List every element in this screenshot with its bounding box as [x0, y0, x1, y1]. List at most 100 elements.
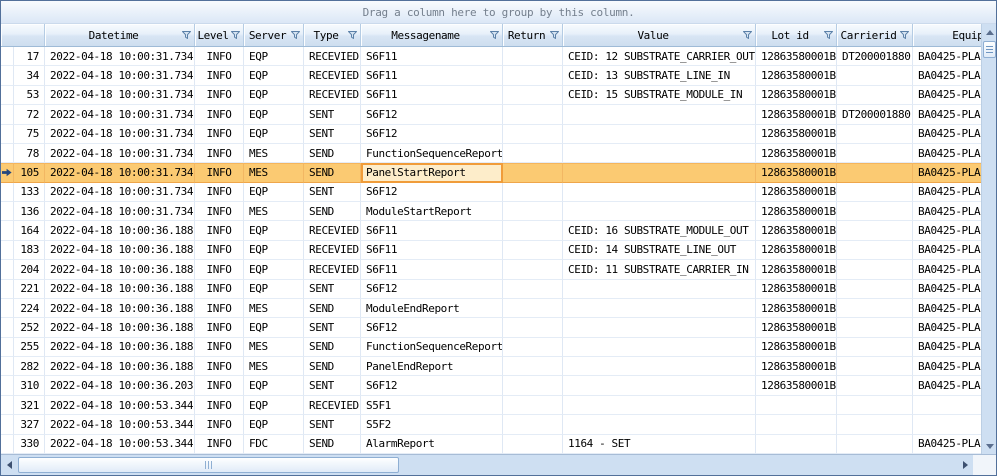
filter-icon[interactable] — [742, 30, 753, 41]
cell-type[interactable]: SEND — [304, 338, 361, 357]
cell-id[interactable]: 105 — [14, 163, 45, 182]
cell-id[interactable]: 330 — [14, 435, 45, 454]
cell-value[interactable] — [563, 415, 756, 434]
cell-id[interactable]: 321 — [14, 396, 45, 415]
cell-equipmentid[interactable]: BA0425-PLA — [913, 241, 981, 260]
cell-carrierid[interactable] — [837, 260, 913, 279]
cell-messagename[interactable]: S5F1 — [361, 396, 503, 415]
cell-return[interactable] — [503, 376, 563, 395]
filter-icon[interactable] — [181, 30, 192, 41]
horizontal-scroll-thumb[interactable] — [18, 457, 399, 473]
cell-server[interactable]: MES — [244, 338, 304, 357]
cell-value[interactable] — [563, 338, 756, 357]
cell-level[interactable]: INFO — [195, 357, 244, 376]
cell-datetime[interactable]: 2022-04-18 10:00:36.188 — [45, 221, 195, 240]
cell-level[interactable]: INFO — [195, 396, 244, 415]
column-header-datetime[interactable]: Datetime — [45, 24, 195, 46]
cell-value[interactable]: CEID: 16 SUBSTRATE_MODULE_OUT — [563, 221, 756, 240]
cell-type[interactable]: SENT — [304, 183, 361, 202]
cell-return[interactable] — [503, 66, 563, 85]
cell-value[interactable]: CEID: 15 SUBSTRATE_MODULE_IN — [563, 86, 756, 105]
cell-value[interactable] — [563, 163, 756, 182]
cell-carrierid[interactable] — [837, 241, 913, 260]
cell-type[interactable]: SENT — [304, 125, 361, 144]
cell-datetime[interactable]: 2022-04-18 10:00:31.734 — [45, 66, 195, 85]
cell-id[interactable]: 255 — [14, 338, 45, 357]
cell-type[interactable]: SEND — [304, 163, 361, 182]
cell-carrierid[interactable] — [837, 299, 913, 318]
cell-return[interactable] — [503, 415, 563, 434]
cell-type[interactable]: SENT — [304, 318, 361, 337]
cell-equipmentid[interactable]: BA0425-PLA — [913, 66, 981, 85]
cell-server[interactable]: EQP — [244, 66, 304, 85]
cell-messagename[interactable]: S6F11 — [361, 66, 503, 85]
cell-value[interactable]: CEID: 13 SUBSTRATE_LINE_IN — [563, 66, 756, 85]
cell-value[interactable]: CEID: 12 SUBSTRATE_CARRIER_OUT — [563, 47, 756, 66]
cell-lotid[interactable]: 12863580001B — [756, 299, 837, 318]
cell-equipmentid[interactable] — [913, 415, 981, 434]
cell-server[interactable]: MES — [244, 299, 304, 318]
cell-server[interactable]: EQP — [244, 47, 304, 66]
cell-messagename[interactable]: PanelEndReport — [361, 357, 503, 376]
cell-type[interactable]: SEND — [304, 202, 361, 221]
cell-type[interactable]: RECEVIED — [304, 66, 361, 85]
cell-lotid[interactable] — [756, 435, 837, 454]
cell-carrierid[interactable] — [837, 338, 913, 357]
cell-level[interactable]: INFO — [195, 125, 244, 144]
cell-id[interactable]: 53 — [14, 86, 45, 105]
cell-id[interactable]: 72 — [14, 105, 45, 124]
cell-messagename[interactable]: FunctionSequenceReport — [361, 144, 503, 163]
cell-lotid[interactable]: 12863580001B — [756, 241, 837, 260]
cell-messagename[interactable]: ModuleStartReport — [361, 202, 503, 221]
cell-carrierid[interactable]: DT200001880 — [837, 47, 913, 66]
cell-id[interactable]: 221 — [14, 280, 45, 299]
cell-type[interactable]: RECEVIED — [304, 86, 361, 105]
cell-server[interactable]: FDC — [244, 435, 304, 454]
cell-datetime[interactable]: 2022-04-18 10:00:36.188 — [45, 241, 195, 260]
cell-equipmentid[interactable]: BA0425-PLA — [913, 299, 981, 318]
filter-icon[interactable] — [549, 30, 560, 41]
cell-return[interactable] — [503, 241, 563, 260]
cell-type[interactable]: SEND — [304, 357, 361, 376]
cell-carrierid[interactable] — [837, 202, 913, 221]
cell-id[interactable]: 327 — [14, 415, 45, 434]
cell-lotid[interactable]: 12863580001B — [756, 376, 837, 395]
cell-messagename[interactable]: S6F11 — [361, 260, 503, 279]
cell-messagename[interactable]: S6F12 — [361, 376, 503, 395]
cell-return[interactable] — [503, 47, 563, 66]
cell-carrierid[interactable] — [837, 376, 913, 395]
cell-datetime[interactable]: 2022-04-18 10:00:31.734 — [45, 105, 195, 124]
cell-id[interactable]: 164 — [14, 221, 45, 240]
filter-icon[interactable] — [489, 30, 500, 41]
cell-id[interactable]: 282 — [14, 357, 45, 376]
cell-value[interactable] — [563, 396, 756, 415]
cell-return[interactable] — [503, 202, 563, 221]
cell-id[interactable]: 78 — [14, 144, 45, 163]
cell-level[interactable]: INFO — [195, 66, 244, 85]
cell-datetime[interactable]: 2022-04-18 10:00:36.188 — [45, 260, 195, 279]
column-header-level[interactable]: Level — [195, 24, 244, 46]
cell-value[interactable] — [563, 202, 756, 221]
cell-messagename[interactable]: S6F11 — [361, 47, 503, 66]
cell-server[interactable]: EQP — [244, 125, 304, 144]
cell-datetime[interactable]: 2022-04-18 10:00:31.734 — [45, 183, 195, 202]
scroll-up-button[interactable] — [982, 24, 997, 40]
cell-level[interactable]: INFO — [195, 241, 244, 260]
cell-carrierid[interactable] — [837, 183, 913, 202]
cell-return[interactable] — [503, 105, 563, 124]
cell-server[interactable]: MES — [244, 144, 304, 163]
cell-datetime[interactable]: 2022-04-18 10:00:31.734 — [45, 125, 195, 144]
cell-level[interactable]: INFO — [195, 415, 244, 434]
column-header-type[interactable]: Type — [304, 24, 361, 46]
cell-lotid[interactable]: 12863580001B — [756, 280, 837, 299]
cell-equipmentid[interactable]: BA0425-PLA — [913, 144, 981, 163]
cell-datetime[interactable]: 2022-04-18 10:00:36.203 — [45, 376, 195, 395]
column-header-equipmentid[interactable]: Equipmentid — [913, 24, 981, 46]
cell-return[interactable] — [503, 318, 563, 337]
cell-level[interactable]: INFO — [195, 435, 244, 454]
cell-value[interactable] — [563, 318, 756, 337]
cell-messagename[interactable]: S6F12 — [361, 125, 503, 144]
cell-return[interactable] — [503, 435, 563, 454]
cell-equipmentid[interactable]: BA0425-PLA — [913, 221, 981, 240]
cell-equipmentid[interactable]: BA0425-PLA — [913, 202, 981, 221]
